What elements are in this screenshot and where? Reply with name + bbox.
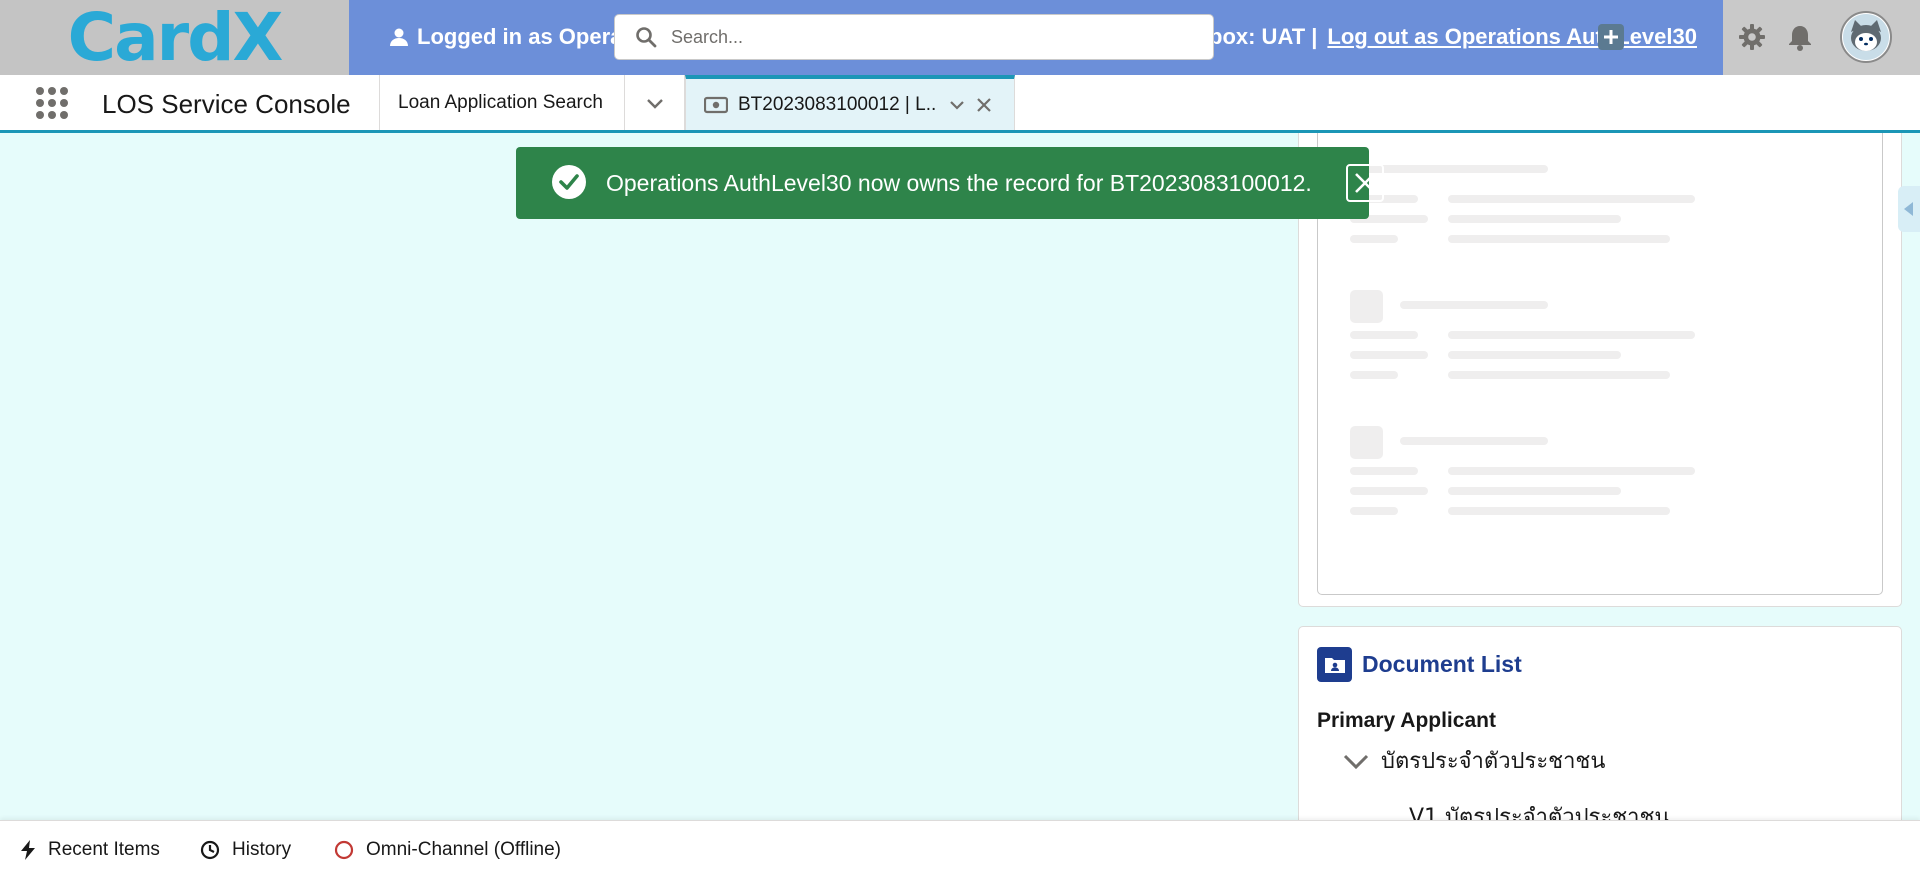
skeleton-line	[1350, 351, 1428, 359]
add-icon	[1598, 24, 1624, 50]
notifications-button[interactable]	[1782, 19, 1818, 55]
primary-applicant-label: Primary Applicant	[1317, 709, 1496, 732]
utility-omni-channel[interactable]: Omni-Channel (Offline)	[334, 839, 561, 861]
notifications-bell-icon	[1789, 26, 1811, 51]
utility-bar: Recent Items History Omni-Channel (Offli…	[0, 820, 1920, 880]
add-button[interactable]	[1593, 19, 1629, 55]
success-toast: Operations AuthLevel30 now owns the reco…	[516, 147, 1384, 219]
setup-gear-icon	[1739, 24, 1765, 50]
skeleton-line	[1448, 487, 1621, 495]
skeleton-line	[1448, 351, 1621, 359]
skeleton-line	[1350, 467, 1418, 475]
search-input[interactable]	[671, 26, 1191, 48]
skeleton-avatar	[1350, 426, 1383, 459]
skeleton-line	[1400, 301, 1548, 309]
close-icon	[1355, 173, 1375, 193]
chevron-down-icon	[1343, 754, 1369, 769]
utility-label: History	[232, 839, 292, 860]
money-icon	[704, 96, 728, 113]
toast-close-button[interactable]	[1346, 164, 1384, 202]
chevron-left-icon	[1904, 202, 1913, 216]
skeleton-line	[1400, 437, 1548, 445]
app-launcher-icon[interactable]	[36, 87, 68, 119]
document-group-toggle[interactable]: บัตรประจำตัวประชาชน	[1343, 743, 1605, 778]
tab-loan-application-record[interactable]: BT2023083100012 | L...	[685, 75, 1015, 130]
logout-as-link[interactable]: Log out as Operations AuthLevel30	[1327, 24, 1697, 50]
global-header: CardX Logged in as Opera box: UAT | Log …	[0, 0, 1920, 75]
lightning-icon	[21, 840, 35, 860]
document-list-header: Document List	[1317, 647, 1522, 682]
utility-label: Recent Items	[48, 839, 160, 860]
toast-message: Operations AuthLevel30 now owns the reco…	[606, 170, 1312, 196]
chevron-down-icon	[646, 98, 663, 109]
console-navigation: LOS Service Console Loan Application Sea…	[0, 75, 1920, 133]
user-avatar-icon	[1843, 14, 1889, 60]
skeleton-line	[1448, 371, 1670, 379]
tab-loan-application-search[interactable]: Loan Application Search	[379, 75, 624, 130]
brand-logo-text: CardX	[67, 0, 284, 76]
nav-items-menu-button[interactable]	[624, 75, 685, 130]
skeleton-line	[1350, 487, 1428, 495]
document-folder-icon	[1317, 647, 1352, 682]
skeleton-line	[1350, 331, 1418, 339]
app-name: LOS Service Console	[102, 89, 351, 119]
setup-button[interactable]	[1734, 19, 1770, 55]
offline-status-icon	[334, 840, 354, 860]
brand-logo[interactable]: CardX	[0, 0, 349, 75]
skeleton-line	[1350, 235, 1398, 243]
skeleton-line	[1350, 507, 1398, 515]
skeleton-line	[1448, 195, 1695, 203]
tab-actions-chevron-icon[interactable]	[948, 96, 966, 114]
global-search[interactable]	[614, 14, 1214, 60]
skeleton-line	[1350, 371, 1398, 379]
skeleton-line	[1448, 331, 1695, 339]
skeleton-line	[1448, 215, 1621, 223]
skeleton-avatar	[1350, 290, 1383, 323]
search-icon	[636, 27, 657, 48]
close-tab-icon[interactable]	[976, 97, 992, 113]
tab-label: Loan Application Search	[398, 91, 603, 113]
skeleton-line	[1448, 235, 1670, 243]
loading-skeleton	[1317, 133, 1883, 595]
side-panel-toggle[interactable]	[1898, 186, 1920, 232]
skeleton-line	[1448, 507, 1670, 515]
skeleton-line	[1448, 467, 1695, 475]
tab-label: BT2023083100012 | L...	[738, 93, 938, 115]
success-check-icon	[552, 165, 586, 199]
utility-history[interactable]: History	[200, 839, 291, 861]
document-list-title[interactable]: Document List	[1362, 651, 1522, 678]
related-card-loading	[1298, 133, 1902, 607]
user-avatar[interactable]	[1840, 11, 1892, 63]
utility-recent-items[interactable]: Recent Items	[20, 839, 160, 861]
logged-in-as-text: Logged in as Opera	[417, 24, 623, 49]
document-group-label: บัตรประจำตัวประชาชน	[1381, 749, 1606, 774]
sandbox-label: box: UAT |	[1209, 24, 1318, 49]
clock-icon	[200, 840, 220, 860]
user-icon	[390, 28, 408, 46]
utility-label: Omni-Channel (Offline)	[366, 839, 562, 860]
